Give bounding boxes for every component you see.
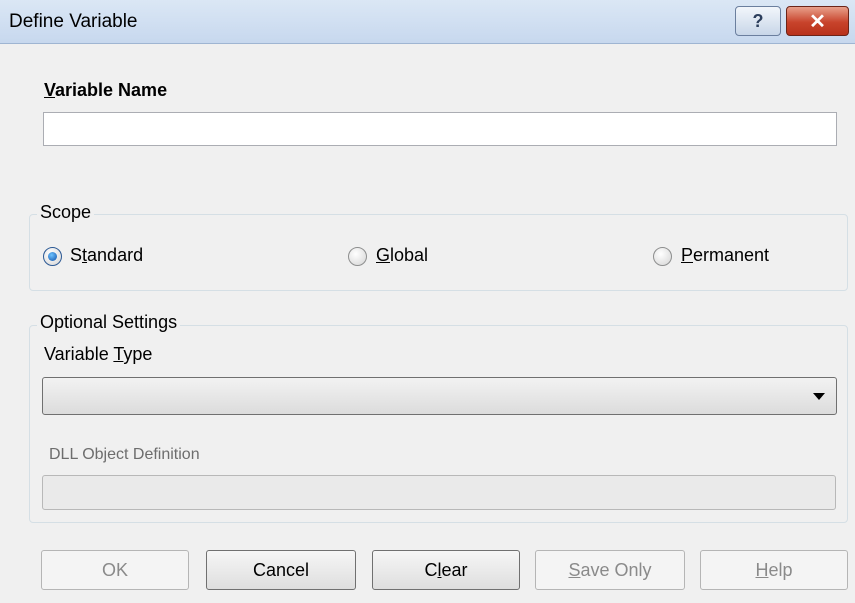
permanent-label[interactable]: Permanent <box>681 245 769 266</box>
title-help-button[interactable]: ? <box>735 6 781 36</box>
cancel-button[interactable]: Cancel <box>206 550 356 590</box>
standard-label[interactable]: Standard <box>70 245 143 266</box>
help-button[interactable]: Help <box>700 550 848 590</box>
global-radio[interactable] <box>348 247 367 266</box>
standard-radio[interactable] <box>43 247 62 266</box>
variable-type-label: Variable Type <box>44 344 153 364</box>
window-title: Define Variable <box>9 11 138 32</box>
title-close-button[interactable]: ✕ <box>786 6 849 36</box>
clear-button[interactable]: Cl ear <box>372 550 520 590</box>
global-label[interactable]: Global <box>376 245 428 266</box>
title-bar: Define Variable ? ✕ <box>0 0 855 44</box>
variable-type-dropdown[interactable] <box>42 377 837 415</box>
variable-name-input[interactable] <box>43 112 837 146</box>
dropdown-arrow-icon[interactable] <box>813 393 825 400</box>
variable-name-label-rest: ariable Name <box>55 80 168 100</box>
optional-settings-title: Optional Settings <box>37 312 181 333</box>
ok-button[interactable]: OK <box>41 550 189 590</box>
save-only-button[interactable]: Save Only <box>535 550 685 590</box>
permanent-radio[interactable] <box>653 247 672 266</box>
dialog-body: Variable Name Scope Standard Global Perm… <box>0 44 855 603</box>
scope-group-title: Scope <box>37 202 95 223</box>
variable-name-label: Variable Name <box>44 80 167 101</box>
variable-name-label-accel: V <box>44 80 56 100</box>
question-mark-icon: ? <box>752 10 764 31</box>
dll-object-definition-label: DLL Object Definition <box>49 446 200 463</box>
close-x-icon: ✕ <box>809 10 826 33</box>
dll-object-definition-input <box>42 475 836 510</box>
